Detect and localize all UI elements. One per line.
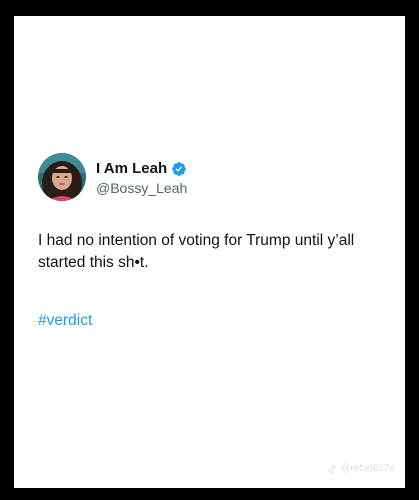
tiktok-icon <box>329 464 337 473</box>
watermark: @rebel627a <box>328 463 395 474</box>
display-name[interactable]: I Am Leah <box>96 160 167 177</box>
watermark-text: @rebel627a <box>340 463 395 474</box>
author-info: I Am Leah @Bossy_Leah <box>96 159 187 196</box>
avatar[interactable] <box>38 153 86 201</box>
tweet-card: I Am Leah @Bossy_Leah I had no intention… <box>14 16 405 488</box>
user-handle[interactable]: @Bossy_Leah <box>96 180 187 196</box>
tweet-text: I had no intention of voting for Trump u… <box>38 232 355 271</box>
avatar-image <box>38 153 86 201</box>
tweet-header: I Am Leah @Bossy_Leah <box>38 153 187 201</box>
display-name-row: I Am Leah <box>96 159 187 179</box>
hashtag-link[interactable]: #verdict <box>38 312 92 330</box>
verified-badge-icon <box>172 161 186 176</box>
